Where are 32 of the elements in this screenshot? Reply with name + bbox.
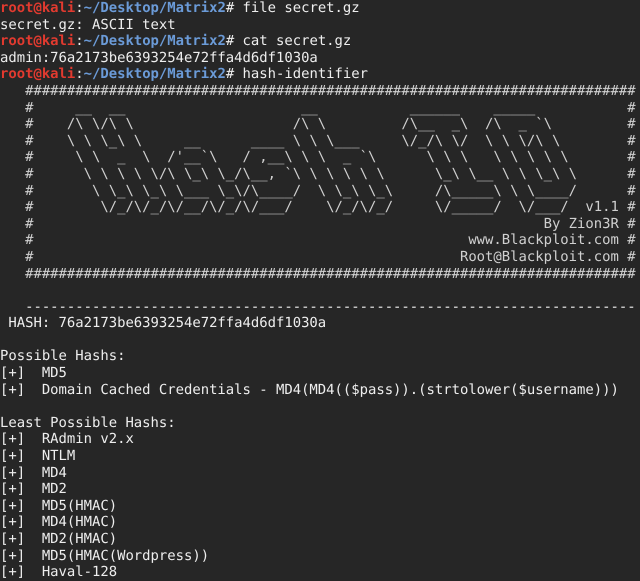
- output-line: -------------------------------------------------------------------------: [24, 298, 636, 316]
- banner-line: # /\ \/\ \ /\ \ /\__ _\ /\ _ `\ #: [24, 116, 636, 133]
- output-line: Least Possible Hashs:: [0, 414, 176, 432]
- banner-line: # \ \_\ \_\ \___ \_\/\____/ \ \_\ \_\ /\_____\ \ \____/ #: [24, 182, 636, 200]
- output-line: [+] MD5: [0, 365, 67, 382]
- output-line: [+] MD2(HMAC): [0, 531, 118, 548]
- banner-line: # \ \ \_\ \ __ ____ \ \ \___ \/_/\ \/ \ \ \/\ \ #: [24, 132, 636, 150]
- banner-line: # \ \ \ \ \/\ \_\ \_/\__, `\ \ \ \ \ \ \_\ \__ \ \ \_\ \ #: [24, 166, 636, 183]
- command-line: root@kali:~/Desktop/Matrix2# file secret.gz: [0, 0, 360, 17]
- banner-line: # __ __ __ ______ _____ #: [24, 100, 636, 116]
- output-line: [+] MD2: [0, 481, 67, 498]
- command-line: root@kali:~/Desktop/Matrix2# hash-identifier: [0, 66, 368, 83]
- output-line: [+] Haval-128: [0, 564, 118, 581]
- output-line: [+] MD5(HMAC): [0, 498, 118, 514]
- banner-line: #########################################################################: [24, 82, 636, 100]
- output-line: [+] RAdmin v2.x: [0, 431, 134, 448]
- output-line: HASH: 76a2173be6393254e72ffa4d6df1030a: [7, 315, 326, 332]
- banner-line: #########################################################################: [24, 266, 636, 282]
- output-line: [+] Domain Cached Credentials - MD4(MD4(($pass)).(strtolower($username))): [0, 382, 619, 398]
- output-line: [+] MD4(HMAC): [0, 514, 118, 531]
- banner-line: # \ \ _ \ /'__`\ / ,__\ \ \ _ `\ \ \ \ \ \ \ \ \ #: [24, 149, 636, 166]
- output-line: admin:76a2173be6393254e72ffa4d6df1030a: [0, 50, 318, 66]
- banner-line: # \/_/\/_/\/__/\/_/\/___/ \/_/\/_/ \/_____/ \/___/ v1.1 #: [24, 199, 636, 216]
- output-line: [+] MD5(HMAC(Wordpress)): [0, 548, 210, 564]
- banner-line: # Root@Blackploit.com #: [24, 248, 636, 266]
- output-line: Possible Hashs:: [0, 348, 126, 366]
- banner-line: # www.Blackploit.com #: [24, 232, 636, 249]
- output-line: [+] MD4: [0, 464, 67, 482]
- output-line: [+] NTLM: [0, 448, 76, 465]
- command-line: root@kali:~/Desktop/Matrix2# cat secret.gz: [0, 33, 352, 50]
- output-line: secret.gz: ASCII text: [0, 16, 176, 34]
- banner-line: # By Zion3R #: [24, 216, 636, 232]
